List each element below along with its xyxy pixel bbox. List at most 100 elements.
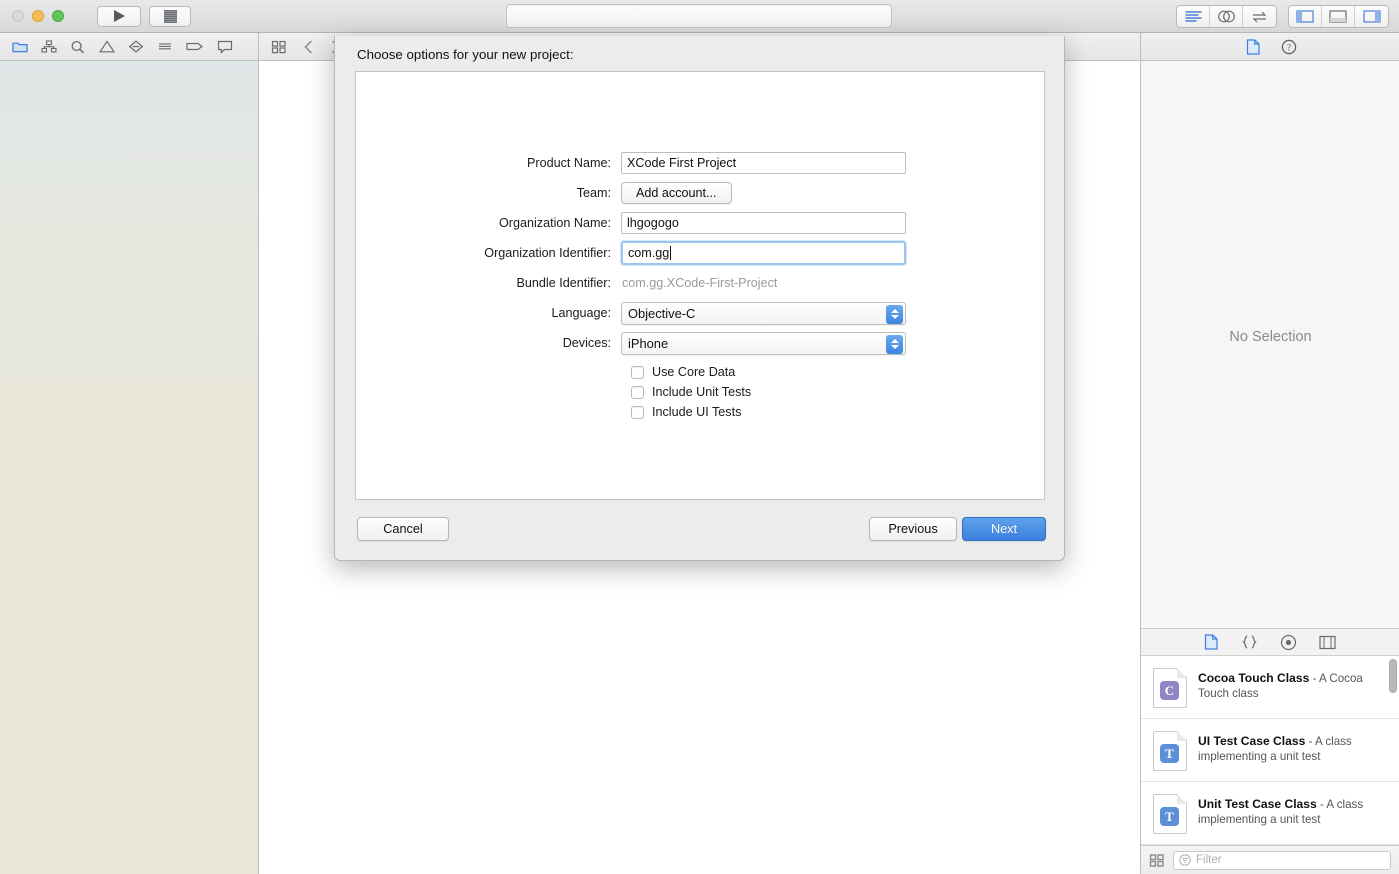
cancel-button[interactable]: Cancel bbox=[357, 517, 449, 541]
team-row: Team: Add account... bbox=[356, 182, 1046, 204]
previous-button[interactable]: Previous bbox=[869, 517, 957, 541]
navigator-selector-bar bbox=[0, 33, 259, 61]
source-control-icon[interactable] bbox=[41, 40, 57, 53]
cocoa-touch-class-icon: C bbox=[1153, 668, 1187, 708]
stop-button[interactable] bbox=[149, 5, 191, 27]
debug-icon[interactable] bbox=[157, 40, 173, 53]
xcode-window: ? No Selection C Cocoa Touch Class - A C… bbox=[0, 0, 1399, 874]
include-ui-tests-checkbox[interactable]: Include UI Tests bbox=[356, 402, 1046, 422]
class-badge: T bbox=[1160, 744, 1179, 763]
test-icon[interactable] bbox=[128, 40, 144, 53]
organization-identifier-label: Organization Identifier: bbox=[484, 246, 611, 260]
utilities-panel: No Selection C Cocoa Touch Class - A Coc… bbox=[1140, 61, 1399, 874]
grid-icon[interactable] bbox=[271, 40, 287, 54]
project-navigator-panel[interactable] bbox=[0, 61, 259, 874]
list-item-title: Cocoa Touch Class bbox=[1198, 671, 1310, 685]
color-palette-icon[interactable] bbox=[1319, 635, 1336, 650]
debug-toggle-button[interactable] bbox=[1322, 6, 1355, 27]
search-icon[interactable] bbox=[70, 40, 86, 54]
list-item[interactable]: T Unit Test Case Class - A class impleme… bbox=[1141, 782, 1399, 845]
standard-editor-button[interactable] bbox=[1177, 6, 1210, 27]
version-editor-button[interactable] bbox=[1243, 6, 1276, 27]
checkbox-label: Include UI Tests bbox=[652, 405, 742, 419]
unit-test-case-class-icon: T bbox=[1153, 794, 1187, 834]
filter-placeholder: Filter bbox=[1196, 854, 1222, 866]
chevron-updown-icon bbox=[886, 334, 903, 354]
use-core-data-checkbox[interactable]: Use Core Data bbox=[356, 362, 1046, 382]
svg-text:?: ? bbox=[1287, 42, 1291, 52]
warning-icon[interactable] bbox=[99, 40, 115, 53]
organization-identifier-value: com.gg bbox=[628, 246, 670, 260]
panel-toggle-group bbox=[1288, 5, 1389, 28]
add-account-button[interactable]: Add account... bbox=[621, 182, 732, 204]
checkbox-box bbox=[631, 385, 644, 399]
checkbox-box bbox=[631, 365, 644, 379]
file-inspector-icon[interactable] bbox=[1246, 38, 1261, 55]
no-selection-label: No Selection bbox=[1229, 329, 1312, 345]
dialog-footer: Cancel Previous Next bbox=[335, 500, 1066, 560]
library-scrollbar[interactable] bbox=[1389, 659, 1397, 693]
include-unit-tests-checkbox[interactable]: Include Unit Tests bbox=[356, 382, 1046, 402]
editor-mode-group bbox=[1176, 5, 1277, 28]
folder-icon[interactable] bbox=[12, 40, 28, 53]
chevron-updown-icon bbox=[886, 304, 903, 324]
language-label: Language: bbox=[551, 306, 611, 320]
product-name-input[interactable]: XCode First Project bbox=[621, 152, 906, 174]
library-selector-bar bbox=[1141, 628, 1399, 656]
ui-test-case-class-icon: T bbox=[1153, 731, 1187, 771]
utilities-toggle-button[interactable] bbox=[1355, 6, 1388, 27]
window-toolbar bbox=[0, 0, 1399, 33]
minimize-window-button[interactable] bbox=[32, 10, 44, 22]
devices-row: Devices: iPhone bbox=[356, 331, 1046, 355]
code-snippet-icon[interactable] bbox=[1241, 634, 1258, 650]
grid-view-icon[interactable] bbox=[1149, 853, 1165, 868]
quick-help-icon[interactable]: ? bbox=[1281, 39, 1297, 55]
inspector-selector-bar: ? bbox=[1140, 33, 1399, 61]
list-item-text: Cocoa Touch Class - A Cocoa Touch class bbox=[1198, 668, 1385, 701]
organization-name-row: Organization Name: lhgogogo bbox=[356, 212, 1046, 234]
organization-name-label: Organization Name: bbox=[499, 216, 611, 230]
list-item[interactable]: T UI Test Case Class - A class implement… bbox=[1141, 719, 1399, 782]
project-options-form: Product Name: XCode First Project Team: … bbox=[356, 152, 1046, 422]
activity-status-bar bbox=[506, 4, 892, 28]
version-editor-icon bbox=[1252, 11, 1267, 23]
assistant-editor-button[interactable] bbox=[1210, 6, 1243, 27]
navigator-toggle-button[interactable] bbox=[1289, 6, 1322, 27]
class-badge: C bbox=[1160, 681, 1179, 700]
navigator-toggle-icon bbox=[1296, 10, 1314, 23]
organization-identifier-input[interactable]: com.gg bbox=[621, 241, 906, 265]
close-window-button[interactable] bbox=[12, 10, 24, 22]
debug-toggle-icon bbox=[1329, 10, 1347, 23]
list-item[interactable]: C Cocoa Touch Class - A Cocoa Touch clas… bbox=[1141, 656, 1399, 719]
organization-name-input[interactable]: lhgogogo bbox=[621, 212, 906, 234]
library-filter-bar: Filter bbox=[1141, 845, 1399, 874]
list-item-text: UI Test Case Class - A class implementin… bbox=[1198, 731, 1385, 764]
file-template-icon[interactable] bbox=[1204, 634, 1219, 650]
bundle-identifier-label: Bundle Identifier: bbox=[516, 276, 611, 290]
breakpoint-icon[interactable] bbox=[186, 40, 204, 53]
list-item-text: Unit Test Case Class - A class implement… bbox=[1198, 794, 1385, 827]
media-icon[interactable] bbox=[1280, 634, 1297, 651]
list-item-title: UI Test Case Class bbox=[1198, 734, 1306, 748]
filter-icon bbox=[1179, 854, 1191, 866]
filter-input[interactable]: Filter bbox=[1173, 850, 1391, 870]
bundle-identifier-row: Bundle Identifier: com.gg.XCode-First-Pr… bbox=[356, 272, 1046, 294]
stop-icon bbox=[163, 9, 177, 23]
devices-select[interactable]: iPhone bbox=[621, 331, 906, 355]
class-badge: T bbox=[1160, 807, 1179, 826]
language-value: Objective-C bbox=[628, 305, 696, 321]
language-select[interactable]: Objective-C bbox=[621, 301, 906, 325]
checkbox-box bbox=[631, 405, 644, 419]
back-chevron-icon[interactable] bbox=[303, 40, 314, 54]
organization-identifier-row: Organization Identifier: com.gg bbox=[356, 241, 1046, 265]
new-project-options-dialog: Choose options for your new project: Pro… bbox=[334, 36, 1065, 561]
dialog-title: Choose options for your new project: bbox=[357, 47, 574, 62]
report-icon[interactable] bbox=[217, 40, 233, 54]
maximize-window-button[interactable] bbox=[52, 10, 64, 22]
library-item-list[interactable]: C Cocoa Touch Class - A Cocoa Touch clas… bbox=[1141, 656, 1399, 846]
assistant-editor-icon bbox=[1217, 10, 1235, 23]
product-name-label: Product Name: bbox=[527, 156, 611, 170]
bundle-identifier-value: com.gg.XCode-First-Project bbox=[622, 276, 778, 290]
next-button[interactable]: Next bbox=[962, 517, 1046, 541]
run-button[interactable] bbox=[97, 5, 141, 27]
